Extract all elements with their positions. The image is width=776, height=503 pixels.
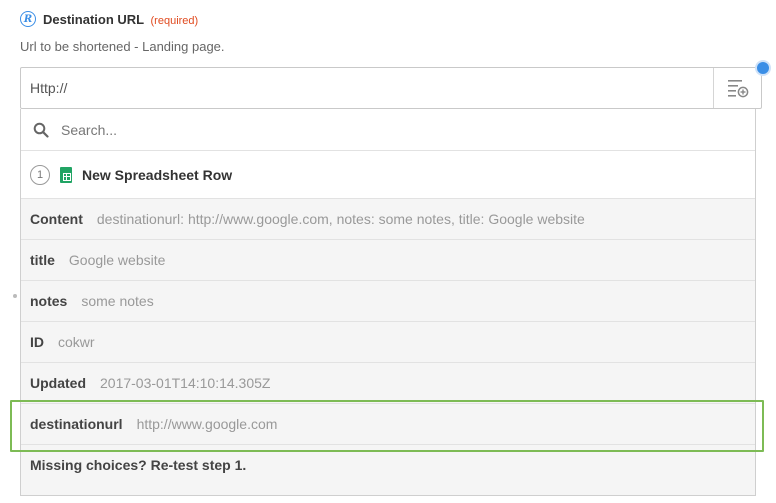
dropdown-search[interactable]: Search... [21, 109, 755, 151]
field-help-text: Url to be shortened - Landing page. [20, 39, 225, 54]
option-key: title [30, 252, 55, 268]
field-option-id[interactable]: ID cokwr [21, 322, 755, 363]
step-header[interactable]: 1 New Spreadsheet Row [21, 151, 755, 199]
input-value[interactable]: Http:// [30, 80, 67, 96]
zapier-r-icon: R [20, 11, 36, 27]
option-value: http://www.google.com [136, 416, 278, 432]
search-input[interactable]: Search... [61, 122, 117, 138]
option-value: 2017-03-01T14:10:14.305Z [100, 375, 271, 391]
field-option-content[interactable]: Content destinationurl: http://www.googl… [21, 199, 755, 240]
field-option-notes[interactable]: notes some notes [21, 281, 755, 322]
decorative-dot [13, 294, 17, 298]
field-option-destinationurl[interactable]: destinationurl http://www.google.com [21, 404, 755, 445]
insert-field-button[interactable] [713, 68, 761, 108]
field-label-text: Destination URL [43, 11, 144, 27]
step-number-badge: 1 [30, 164, 50, 185]
option-key: ID [30, 334, 44, 350]
option-key: notes [30, 293, 68, 309]
destination-url-input[interactable]: Http:// [20, 67, 762, 109]
option-value: Google website [68, 252, 166, 268]
field-picker-dropdown: Search... 1 New Spreadsheet Row Content … [20, 109, 756, 496]
option-value: destinationurl: http://www.google.com, n… [96, 211, 585, 227]
google-sheets-icon [60, 166, 72, 183]
field-header: R Destination URL (required) [20, 11, 198, 27]
insert-field-icon [727, 80, 748, 98]
step-title: New Spreadsheet Row [82, 166, 233, 183]
retest-step-link[interactable]: Missing choices? Re-test step 1. [21, 445, 755, 485]
field-label: Destination URL (required) [43, 12, 198, 27]
option-key: Content [30, 211, 83, 227]
required-marker: (required) [150, 14, 199, 27]
status-indicator [755, 60, 771, 76]
field-option-title[interactable]: title Google website [21, 240, 755, 281]
destination-url-field: R Destination URL (required) Url to be s… [0, 0, 776, 503]
option-value: cokwr [58, 334, 95, 350]
field-option-updated[interactable]: Updated 2017-03-01T14:10:14.305Z [21, 363, 755, 404]
option-value: some notes [81, 293, 154, 309]
option-key: Updated [30, 375, 86, 391]
option-key: destinationurl [30, 416, 123, 432]
search-icon [33, 122, 49, 138]
